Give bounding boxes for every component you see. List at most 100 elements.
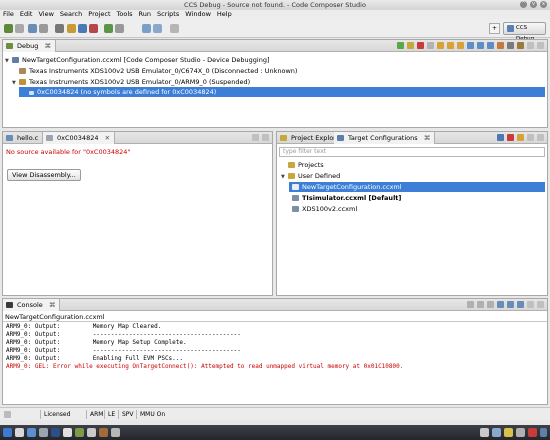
debug-tree-c674x[interactable]: Texas Instruments XDS100v2 USB Emulator_… [12,66,297,76]
navigate-back-icon[interactable] [142,24,151,33]
app-icon[interactable] [99,428,108,437]
tab-address-close[interactable]: ✕ [105,134,110,142]
run-dropdown-icon[interactable] [115,24,124,33]
gear-icon [12,57,19,63]
menu-scripts[interactable]: Scripts [157,10,179,19]
terminate-icon[interactable] [417,42,424,49]
restart-icon[interactable] [507,42,514,49]
menu-window[interactable]: Window [185,10,211,19]
step-into-icon[interactable] [437,42,444,49]
tab-console[interactable]: Console ⌘ [3,299,61,311]
new-config-icon[interactable] [497,134,504,141]
asm-step-over-icon[interactable] [477,42,484,49]
tab-debug[interactable]: Debug ⌘ [3,40,56,52]
asm-step-into-icon[interactable] [467,42,474,49]
editor-icon[interactable] [63,428,72,437]
resume-icon[interactable] [397,42,404,49]
pin-console-icon[interactable] [497,301,504,308]
menu-search[interactable]: Search [60,10,82,19]
tab-console-close[interactable]: ⌘ [49,301,56,309]
close-window-button[interactable]: x [540,1,547,8]
step-return-icon[interactable] [457,42,464,49]
ccs-icon[interactable] [75,428,84,437]
files-icon[interactable] [27,428,36,437]
tree-new-target-config[interactable]: NewTargetConfiguration.ccxml [289,182,545,192]
new-icon[interactable] [4,24,13,33]
maximize-view-icon[interactable] [262,134,269,141]
word-wrap-icon[interactable] [487,301,494,308]
open-perspective-button[interactable]: + [489,23,500,34]
clock-icon[interactable] [516,428,525,437]
target-icon[interactable] [78,24,87,33]
minimize-button[interactable]: ^ [520,1,527,8]
tab-address[interactable]: 0xC0034824 ✕ [43,132,116,144]
menu-run[interactable]: Run [139,10,151,19]
display-console-icon[interactable] [507,301,514,308]
perspective-ccs-debug[interactable]: CCS Debug [503,22,546,42]
suspend-icon[interactable] [407,42,414,49]
step-over-icon[interactable] [447,42,454,49]
ccxml-file-icon [292,206,299,212]
tab-target-configurations-close[interactable]: ⌘ [424,134,431,142]
app-icon[interactable] [111,428,120,437]
tree-xds100v2[interactable]: XDS100v2.ccxml [292,204,357,214]
menu-edit[interactable]: Edit [20,10,33,19]
open-console-icon[interactable] [517,301,524,308]
menu-project[interactable]: Project [88,10,110,19]
menu-help[interactable]: Help [217,10,232,19]
build-icon[interactable] [67,24,76,33]
start-menu-icon[interactable] [3,428,12,437]
save-icon[interactable] [28,24,37,33]
disconnect-icon[interactable] [427,42,434,49]
debug-tree-launch[interactable]: ▼ NewTargetConfiguration.ccxml [Code Comp… [5,55,270,65]
view-disassembly-button[interactable]: View Disassembly... [7,169,81,181]
filter-input[interactable]: type filter text [279,147,545,157]
minimize-view-icon[interactable] [527,301,534,308]
browser-icon[interactable] [51,428,60,437]
maximize-view-icon[interactable] [537,134,544,141]
menu-view[interactable]: View [38,10,53,19]
tray-icon[interactable] [480,428,489,437]
tab-hello-c[interactable]: hello.c [3,132,44,144]
scroll-lock-icon[interactable] [477,301,484,308]
debug-tree-arm9[interactable]: ▼ Texas Instruments XDS100v2 USB Emulator… [12,77,250,87]
save-all-icon[interactable] [39,24,48,33]
navigate-forward-icon[interactable] [153,24,162,33]
c-file-icon [6,135,13,141]
terminal-icon[interactable] [15,428,24,437]
console-line: ARM9_0: Output: ------------------------… [6,347,241,354]
show-desktop-icon[interactable] [540,428,547,437]
menu-tools[interactable]: Tools [117,10,133,19]
maximize-view-icon[interactable] [537,301,544,308]
debug-run-icon[interactable] [104,24,113,33]
clear-console-icon[interactable] [467,301,474,308]
tab-target-configurations[interactable]: Target Configurations ⌘ [334,132,436,144]
system-icon[interactable] [39,428,48,437]
maximize-view-icon[interactable] [537,42,544,49]
volume-icon[interactable] [504,428,513,437]
debug-toggle-icon[interactable] [55,24,64,33]
tab-debug-close[interactable]: ⌘ [44,42,51,50]
debug-tree-frame[interactable]: 0xC0034824 (no symbols are defined for 0… [19,87,545,97]
pin-icon[interactable] [170,24,179,33]
maximize-button[interactable]: v [530,1,537,8]
power-icon[interactable] [528,428,537,437]
app-icon[interactable] [87,428,96,437]
minimize-view-icon[interactable] [252,134,259,141]
minimize-view-icon[interactable] [527,42,534,49]
delete-config-icon[interactable] [507,134,514,141]
debug-view-tabbar: Debug ⌘ [3,40,547,52]
tree-tisimulator[interactable]: TIsimulator.ccxml [Default] [292,193,401,203]
dropdown-icon[interactable] [15,24,24,33]
asm-step-return-icon[interactable] [487,42,494,49]
link-icon[interactable] [517,134,524,141]
view-menu-icon[interactable] [517,42,524,49]
flash-icon[interactable] [89,24,98,33]
minimize-view-icon[interactable] [527,134,534,141]
fast-view-icon[interactable] [4,411,11,418]
tree-projects[interactable]: Projects [281,160,324,170]
network-icon[interactable] [492,428,501,437]
reset-icon[interactable] [497,42,504,49]
tree-user-defined[interactable]: ▼ User Defined [281,171,340,181]
menu-file[interactable]: File [3,10,14,19]
